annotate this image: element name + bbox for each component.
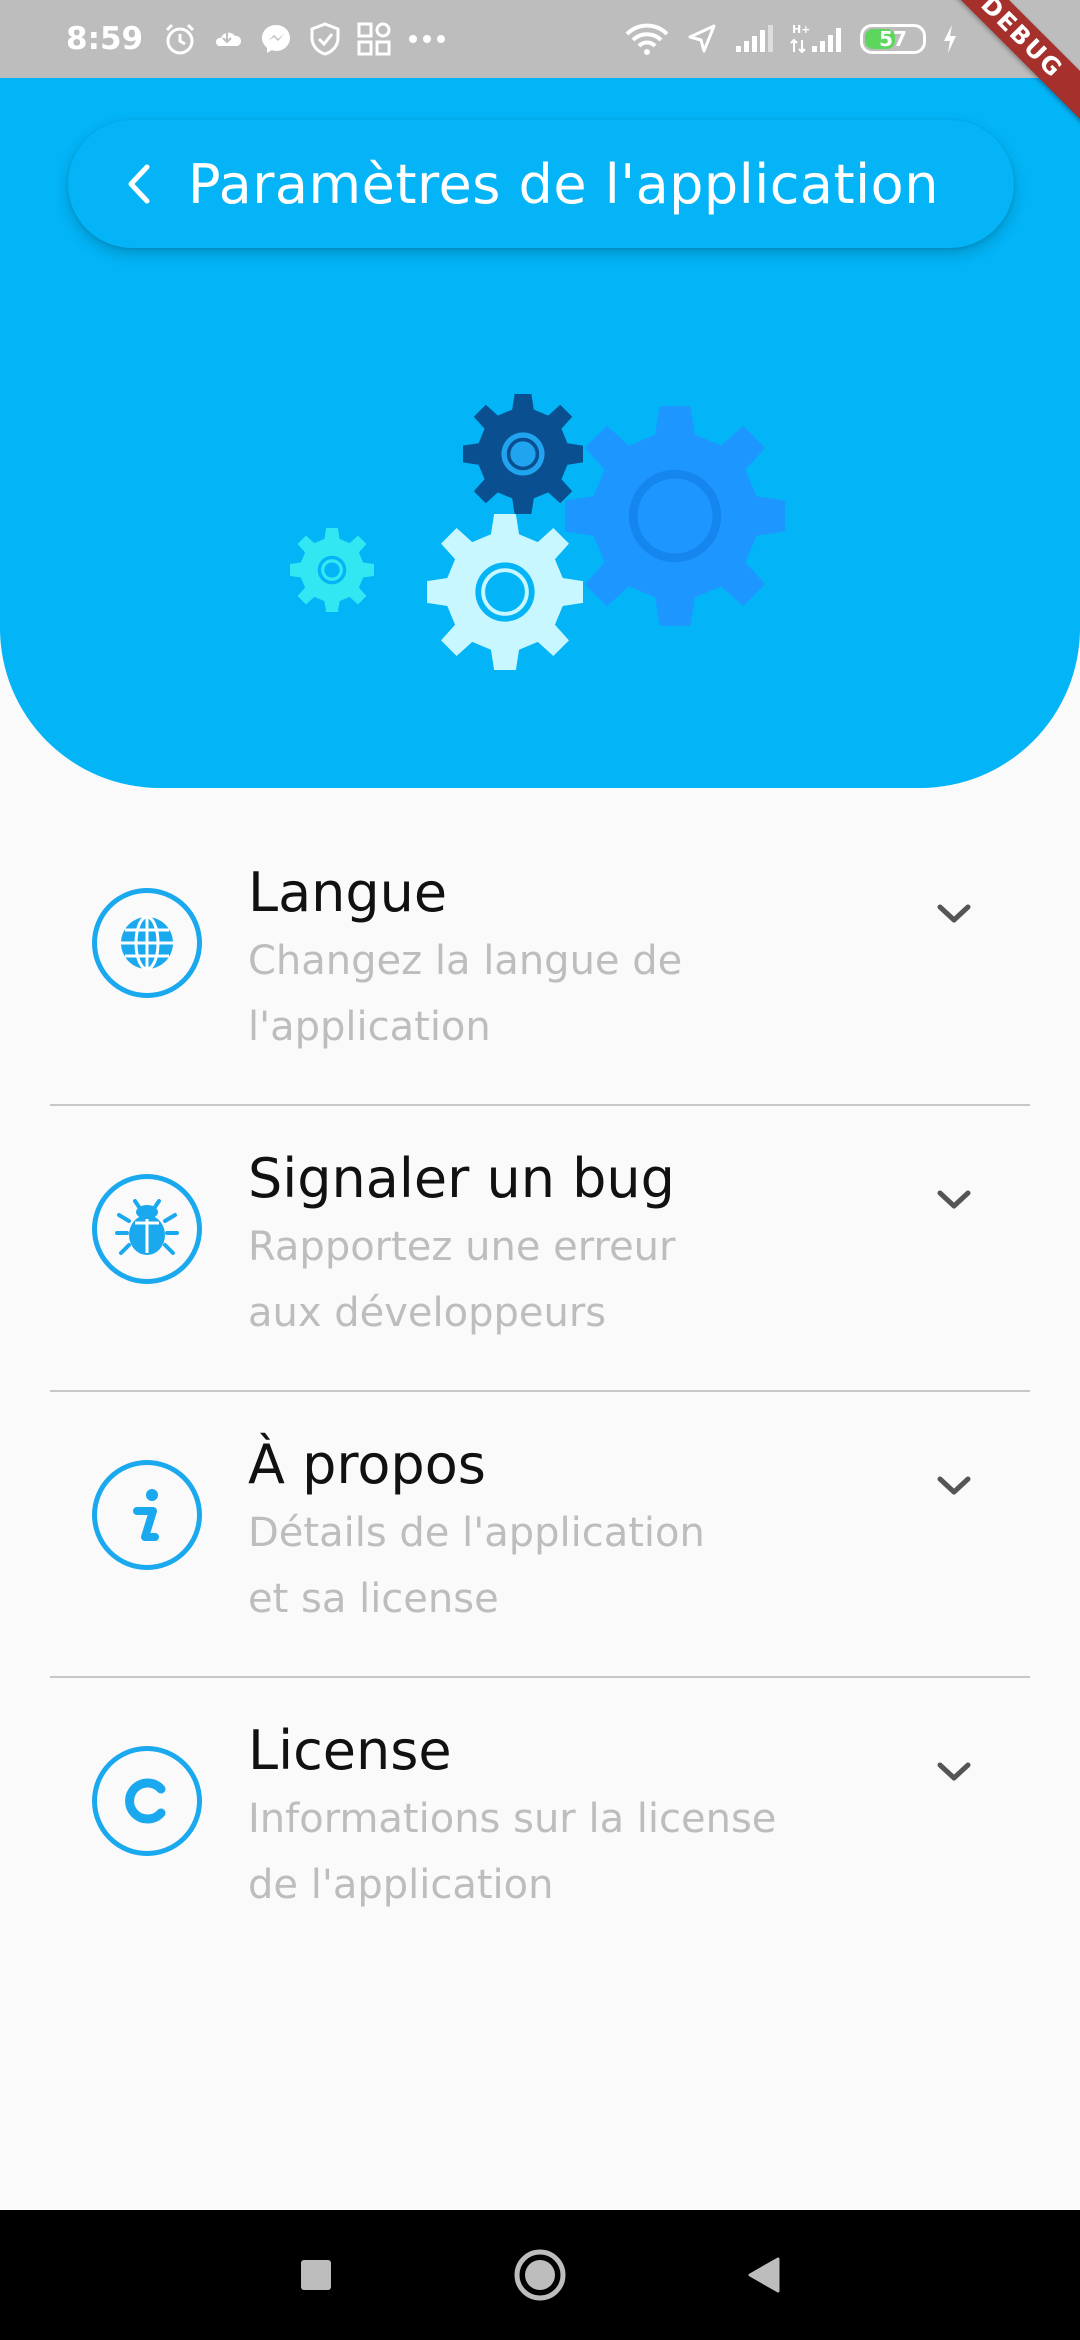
small-gear-icon bbox=[290, 528, 374, 612]
setting-item-signaler-bug[interactable]: Signaler un bug Rapportez une erreur aux… bbox=[50, 1106, 1030, 1392]
alarm-icon bbox=[163, 22, 197, 56]
setting-icon-wrap bbox=[92, 888, 202, 998]
dark-gear-icon bbox=[463, 394, 583, 514]
setting-texts: À propos Détails de l'application et sa … bbox=[248, 1430, 848, 1632]
setting-texts: License Informations sur la license de l… bbox=[248, 1716, 848, 1918]
setting-subtitle-line2: l'application bbox=[248, 1004, 491, 1050]
bug-icon bbox=[115, 1199, 179, 1255]
setting-title: Langue bbox=[248, 861, 448, 924]
charging-icon bbox=[942, 24, 958, 54]
expand-button[interactable] bbox=[930, 1748, 978, 1796]
shield-icon bbox=[309, 22, 341, 56]
more-dots-icon bbox=[407, 33, 447, 45]
setting-title: License bbox=[248, 1719, 452, 1782]
recents-square-icon bbox=[301, 2260, 331, 2290]
apps-grid-icon bbox=[357, 22, 391, 56]
back-triangle-icon bbox=[748, 2257, 780, 2293]
expand-button[interactable] bbox=[930, 890, 978, 938]
status-right-icons: H+ 57 bbox=[624, 22, 1014, 56]
status-left-icons bbox=[163, 22, 447, 56]
setting-item-a-propos[interactable]: À propos Détails de l'application et sa … bbox=[50, 1392, 1030, 1678]
setting-subtitle-line1: Changez la langue de bbox=[248, 938, 683, 984]
setting-title: À propos bbox=[248, 1433, 486, 1496]
setting-subtitle-line1: Détails de l'application bbox=[248, 1510, 705, 1556]
setting-subtitle-line2: et sa license bbox=[248, 1576, 499, 1622]
signal-icon bbox=[734, 24, 774, 54]
setting-icon-wrap bbox=[92, 1174, 202, 1284]
setting-texts: Langue Changez la langue de l'applicatio… bbox=[248, 858, 848, 1060]
light-gear-icon bbox=[427, 514, 583, 670]
setting-subtitle-line1: Rapportez une erreur bbox=[248, 1224, 676, 1270]
expand-button[interactable] bbox=[930, 1176, 978, 1224]
network-hplus-icon: H+ bbox=[790, 22, 844, 56]
setting-title: Signaler un bug bbox=[248, 1147, 675, 1210]
home-circle-icon bbox=[514, 2249, 566, 2301]
setting-texts: Signaler un bug Rapportez une erreur aux… bbox=[248, 1144, 848, 1346]
expand-button[interactable] bbox=[930, 1462, 978, 1510]
home-button[interactable] bbox=[500, 2235, 580, 2315]
chevron-down-icon bbox=[937, 1190, 971, 1209]
wifi-icon bbox=[624, 22, 670, 56]
settings-list: Langue Changez la langue de l'applicatio… bbox=[50, 820, 1030, 1964]
setting-icon-wrap bbox=[92, 1460, 202, 1570]
setting-subtitle-line1: Informations sur la license bbox=[248, 1796, 777, 1842]
location-icon bbox=[686, 23, 718, 55]
header: Paramètres de l'application bbox=[0, 78, 1080, 788]
svg-text:H+: H+ bbox=[792, 23, 810, 36]
setting-item-langue[interactable]: Langue Changez la langue de l'applicatio… bbox=[50, 820, 1030, 1106]
globe-icon bbox=[121, 915, 173, 971]
chevron-down-icon bbox=[937, 904, 971, 923]
system-back-button[interactable] bbox=[724, 2235, 804, 2315]
status-time: 8:59 bbox=[66, 21, 144, 57]
battery-level: 57 bbox=[879, 27, 907, 51]
navigation-bar bbox=[0, 2210, 1080, 2340]
recents-button[interactable] bbox=[276, 2235, 356, 2315]
setting-item-license[interactable]: License Informations sur la license de l… bbox=[50, 1678, 1030, 1964]
large-gear-icon bbox=[565, 406, 785, 626]
battery-icon: 57 bbox=[860, 24, 926, 54]
copyright-icon bbox=[125, 1778, 166, 1824]
messenger-icon bbox=[259, 22, 293, 56]
setting-subtitle-line2: aux développeurs bbox=[248, 1290, 607, 1336]
gears-illustration bbox=[290, 394, 785, 670]
cloud-icon bbox=[213, 24, 243, 54]
setting-icon-wrap bbox=[92, 1746, 202, 1856]
chevron-down-icon bbox=[937, 1476, 971, 1495]
chevron-down-icon bbox=[937, 1762, 971, 1781]
info-icon bbox=[133, 1489, 159, 1541]
status-bar: 8:59 H+ 57 DEBUG bbox=[0, 0, 1080, 127]
setting-subtitle-line2: de l'application bbox=[248, 1862, 554, 1908]
